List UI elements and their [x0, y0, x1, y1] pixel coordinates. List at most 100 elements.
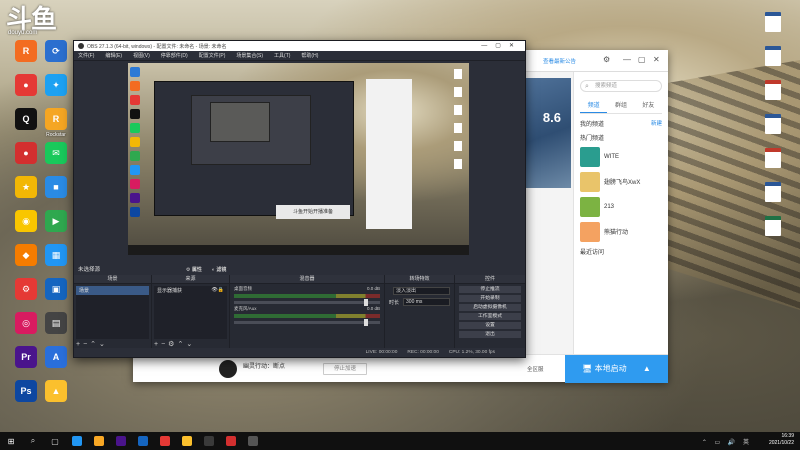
tray-icons[interactable]: ⌃ ▭ 🔊 英 [702, 437, 752, 446]
app-icon: Pr [15, 346, 37, 368]
obs-titlebar[interactable]: OBS 27.1.3 (64-bit, windows) - 配置文件: 未命名… [74, 41, 525, 51]
channel-search-input[interactable]: ⌕ 搜索频道 [580, 80, 662, 92]
taskbar-app-icon[interactable] [88, 432, 110, 450]
app-icon: ◆ [15, 244, 37, 266]
taskbar-app-icon[interactable] [242, 432, 264, 450]
menu-item[interactable]: 编辑(E) [105, 52, 122, 59]
scene-item[interactable]: 场景 [76, 286, 149, 295]
chevron-up-icon[interactable]: ▲ [643, 364, 651, 373]
desktop-file-icon[interactable] [748, 148, 798, 170]
pdf-file-icon [765, 80, 781, 100]
desktop-file-icon[interactable] [748, 80, 798, 102]
transition-select[interactable]: 淡入淡出 [393, 287, 450, 295]
scenes-dock: 场景 场景 +−⌃⌄ [74, 275, 152, 349]
my-channels-section[interactable]: 我的频道 新建 [580, 119, 662, 128]
menu-item[interactable]: 视图(V) [133, 52, 150, 59]
taskbar-app-icon[interactable] [198, 432, 220, 450]
menu-item[interactable]: 场景集合(S) [236, 52, 263, 59]
start-button[interactable]: ⊞ [0, 432, 22, 450]
close-icon[interactable]: ✕ [653, 55, 660, 64]
sources-toolbar[interactable]: +−⚙⌃⌄ [154, 340, 195, 348]
scenes-list[interactable]: 场景 [76, 286, 149, 339]
task-view-icon[interactable]: ▢ [44, 432, 66, 450]
sources-dock: 来源 显示器捕获 👁🔒 +−⚙⌃⌄ [152, 275, 230, 349]
room-item[interactable]: 翅膀飞鸟XwX [580, 172, 662, 192]
window-controls[interactable]: —▢✕ [481, 42, 522, 49]
desktop-file-icon[interactable] [748, 46, 798, 68]
desktop-app-icon[interactable]: ▦ [36, 244, 76, 268]
stop-accelerate-button[interactable]: 停止加速 [323, 363, 367, 375]
search-icon[interactable]: ⌕ [22, 432, 44, 450]
room-item[interactable]: WITE [580, 147, 662, 167]
desktop-app-icon[interactable]: A [36, 346, 76, 370]
menu-item[interactable]: 工具(T) [274, 52, 290, 59]
control-button[interactable]: 开始录制 [459, 295, 521, 302]
taskbar-app-icon[interactable] [132, 432, 154, 450]
recent-section[interactable]: 最近访问 [580, 247, 662, 256]
taskbar-app-icon[interactable] [220, 432, 242, 450]
eye-icon[interactable]: 👁🔒 [211, 287, 224, 294]
control-button[interactable]: 退出 [459, 331, 521, 338]
menu-item[interactable]: 停靠部件(D) [161, 52, 188, 59]
source-item[interactable]: 显示器捕获 👁🔒 [154, 286, 227, 295]
tray-clock[interactable]: 16:39 2021/10/22 [769, 433, 794, 447]
desktop-file-icon[interactable] [748, 216, 798, 238]
hot-channels-section[interactable]: 热门频道 [580, 133, 662, 142]
menu-item[interactable]: 文件(F) [78, 52, 94, 59]
properties-button[interactable]: ⚙ 属性 [186, 266, 202, 273]
desktop-app-icon[interactable]: ▶ [36, 210, 76, 234]
volume-slider[interactable] [234, 299, 380, 306]
maximize-icon[interactable]: ▢ [638, 55, 646, 64]
launcher-notice-link[interactable]: 查看最新公告 [543, 57, 576, 65]
sources-header: 来源 [152, 275, 229, 284]
desktop-app-icon[interactable]: ▤ [36, 312, 76, 336]
desktop-app-icon[interactable]: ⟳ [36, 40, 76, 64]
desktop-app-icon[interactable]: ▣ [36, 278, 76, 302]
room-item[interactable]: 213 [580, 197, 662, 217]
scenes-toolbar[interactable]: +−⌃⌄ [76, 340, 108, 348]
minimize-icon[interactable]: — [623, 55, 631, 64]
menu-item[interactable]: 配置文件(P) [199, 52, 226, 59]
taskbar-app-icon[interactable] [154, 432, 176, 450]
menu-item[interactable]: 帮助(H) [301, 52, 318, 59]
desktop-app-icon[interactable]: R Rockstar [36, 108, 76, 138]
taskbar-app-icon[interactable] [176, 432, 198, 450]
volume-slider[interactable] [234, 319, 380, 326]
room-item[interactable]: 熊猫行动 [580, 222, 662, 242]
desktop-app-icon[interactable]: ▲ [36, 380, 76, 404]
desktop-app-icon[interactable]: ■ [36, 176, 76, 200]
duration-input[interactable]: 300 ms [403, 298, 450, 306]
taskbar-app-icon[interactable] [66, 432, 88, 450]
taskbar-app-icon[interactable] [110, 432, 132, 450]
control-button[interactable]: 停止推流 [459, 286, 521, 293]
desktop-file-icon[interactable] [748, 12, 798, 34]
channel-name: 麦克风/Aux [234, 306, 257, 311]
control-button[interactable]: 工作室模式 [459, 313, 521, 320]
local-start-button[interactable]: 🖥 本地启动 ▲ [565, 355, 668, 383]
desktop-file-icon[interactable] [748, 182, 798, 204]
app-icon [94, 436, 104, 446]
control-button[interactable]: 设置 [459, 322, 521, 329]
desktop-app-icon[interactable]: ✉ [36, 142, 76, 166]
clock-time: 16:39 [781, 433, 794, 439]
server-select[interactable]: 全区服 [527, 365, 544, 373]
tab-groups[interactable]: 群组 [607, 100, 634, 113]
create-channel-button[interactable]: 新建 [651, 119, 662, 128]
douyu-desktop-logo[interactable]: 斗鱼 [6, 6, 57, 32]
hot-channels-label: 热门频道 [580, 136, 605, 142]
tab-friends[interactable]: 好友 [635, 100, 662, 113]
tab-channels[interactable]: 频道 [580, 100, 608, 113]
mixer-channel: 桌面音频 0.0 dB [234, 286, 380, 306]
sources-list[interactable]: 显示器捕获 👁🔒 [154, 286, 227, 339]
transitions-header: 转场特效 [385, 275, 454, 284]
gear-icon[interactable]: ⚙ [603, 55, 610, 64]
desktop-app-icon[interactable]: ✦ [36, 74, 76, 98]
obs-preview[interactable]: 斗鱼开始开播准备 [128, 63, 469, 255]
filters-button[interactable]: ◐ 滤镜 [212, 266, 226, 273]
desktop-file-icon[interactable] [748, 114, 798, 136]
control-button[interactable]: 启动虚拟摄像机 [459, 304, 521, 311]
pdf-file-icon [765, 148, 781, 168]
obs-statusbar: LIVE: 00:00:00 REC: 00:00:00 CPU: 1.2%, … [74, 348, 525, 357]
app-icon-label: Rockstar [46, 132, 66, 138]
app-icon [116, 436, 126, 446]
